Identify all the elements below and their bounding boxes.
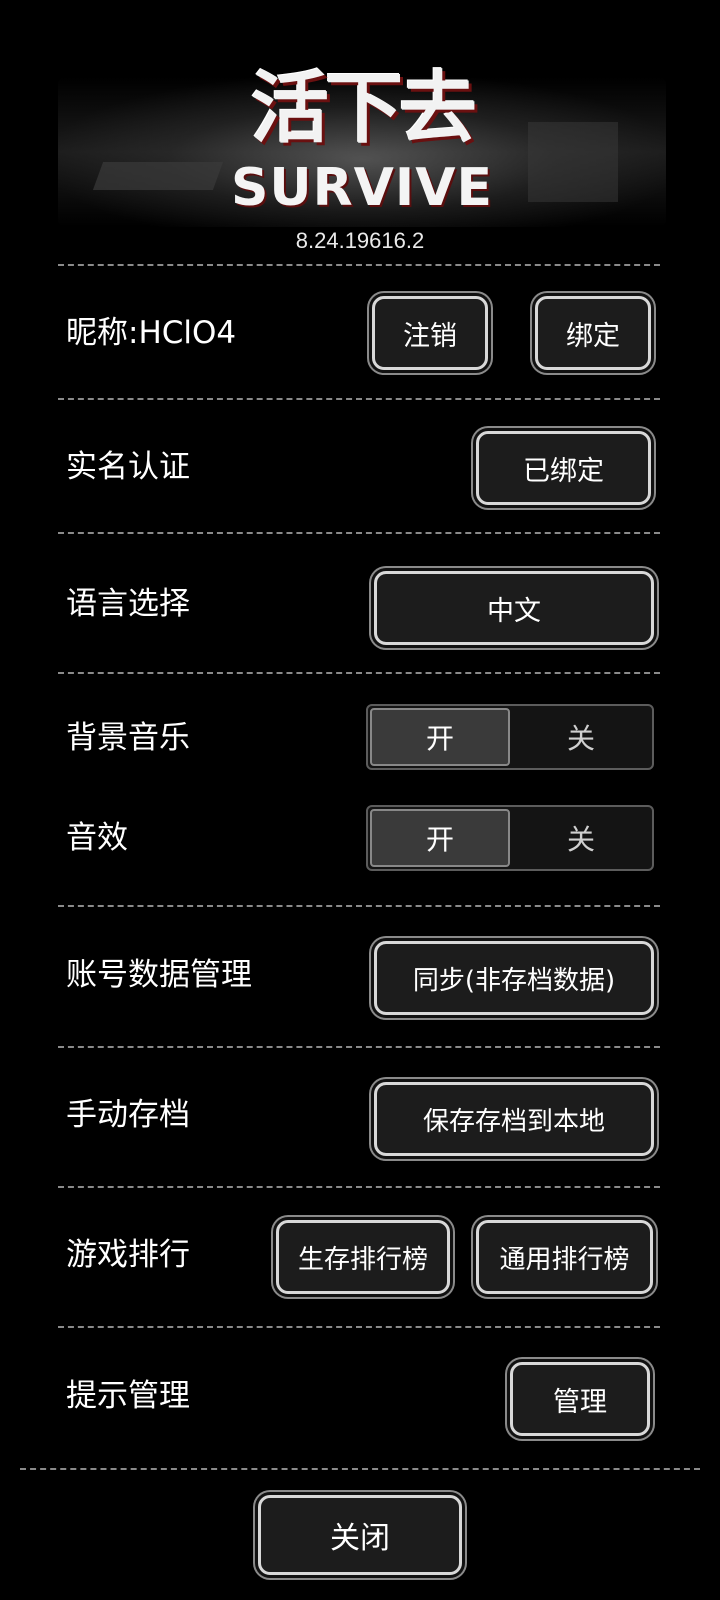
version-text: 8.24.19616.2 [295, 228, 425, 253]
save-local-button[interactable]: 保存存档到本地 [374, 1082, 654, 1156]
divider [58, 672, 660, 674]
bgm-on-option[interactable]: 开 [370, 708, 510, 766]
divider [58, 264, 660, 266]
bind-button[interactable]: 绑定 [535, 296, 651, 370]
nickname-label: 昵称:HClO4 [66, 315, 237, 351]
divider [58, 532, 660, 534]
title-banner: 活下去 SURVIVE [58, 62, 666, 252]
realname-bound-button[interactable]: 已绑定 [476, 431, 651, 505]
sync-data-button[interactable]: 同步(非存档数据) [374, 941, 654, 1015]
close-button[interactable]: 关闭 [258, 1495, 462, 1575]
account-data-label: 账号数据管理 [66, 957, 252, 993]
divider [58, 905, 660, 907]
bgm-label: 背景音乐 [66, 720, 190, 756]
divider [58, 398, 660, 400]
general-ranking-button[interactable]: 通用排行榜 [476, 1220, 653, 1294]
bgm-toggle: 开 关 [366, 704, 654, 770]
tips-label: 提示管理 [66, 1378, 190, 1414]
bgm-off-option[interactable]: 关 [512, 708, 650, 766]
game-logo-chinese: 活下去 [250, 64, 477, 154]
survival-ranking-button[interactable]: 生存排行榜 [276, 1220, 450, 1294]
divider [20, 1468, 700, 1470]
divider [58, 1046, 660, 1048]
divider [58, 1326, 660, 1328]
manual-save-label: 手动存档 [66, 1097, 190, 1133]
realname-label: 实名认证 [66, 449, 190, 485]
sfx-label: 音效 [66, 820, 128, 856]
sfx-on-option[interactable]: 开 [370, 809, 510, 867]
game-logo-english: SURVIVE [230, 158, 494, 218]
ranking-label: 游戏排行 [66, 1237, 190, 1273]
divider [58, 1186, 660, 1188]
tips-manage-button[interactable]: 管理 [510, 1362, 650, 1436]
sfx-toggle: 开 关 [366, 805, 654, 871]
language-label: 语言选择 [66, 586, 190, 622]
logout-button[interactable]: 注销 [372, 296, 488, 370]
sfx-off-option[interactable]: 关 [512, 809, 650, 867]
language-select-button[interactable]: 中文 [374, 571, 654, 645]
